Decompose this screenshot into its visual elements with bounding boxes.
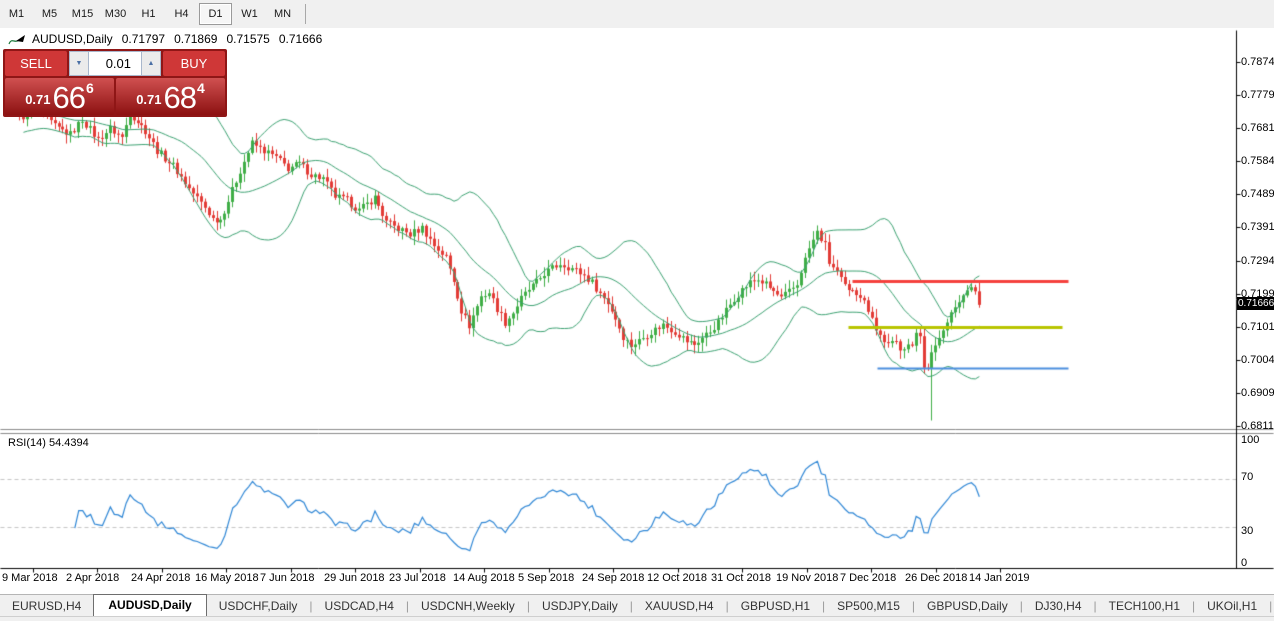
sell-button[interactable]: SELL <box>5 51 67 76</box>
chart-tab-audusd-daily[interactable]: AUDUSD,Daily <box>93 594 207 616</box>
price-axis-label: 0.78740 <box>1241 56 1274 68</box>
date-axis-label: 2 Apr 2018 <box>66 572 120 584</box>
buy-price-prefix: 0.71 <box>136 92 162 107</box>
sell-price-box[interactable]: 0.71 66 6 <box>5 78 114 115</box>
timeframe-toolbar: M1 M5 M15 M30 H1 H4 D1 W1 MN <box>0 0 1274 29</box>
chart-tab-usdcnh-weekly[interactable]: USDCNH,Weekly <box>409 596 527 616</box>
date-axis-label: 26 Dec 2018 <box>905 572 968 584</box>
price-axis-label: 0.70040 <box>1241 354 1274 366</box>
chart-tab-bar: EURUSD,H4 AUDUSD,Daily USDCHF,Daily | USDCAD… <box>0 594 1274 621</box>
rsi-axis-label: 30 <box>1241 525 1254 537</box>
date-axis-label: 12 Oct 2018 <box>647 572 707 584</box>
timeframe-button-mn[interactable]: MN <box>267 4 298 24</box>
ohlc-low: 0.71575 <box>226 32 270 46</box>
date-axis-label: 5 Sep 2018 <box>518 572 575 584</box>
buy-price-main: 68 <box>163 80 197 115</box>
chart-tab-eurusd-h4[interactable]: EURUSD,H4 <box>0 596 93 616</box>
ohlc-open: 0.71797 <box>121 32 166 46</box>
timeframe-button-m15[interactable]: M15 <box>67 4 98 24</box>
date-axis-label: 19 Nov 2018 <box>776 572 839 584</box>
sell-price-main: 66 <box>52 80 86 115</box>
chart-tab-usdcad-h4[interactable]: USDCAD,H4 <box>313 596 406 616</box>
date-axis-label: 7 Dec 2018 <box>840 572 897 584</box>
date-axis-label: 14 Aug 2018 <box>453 572 515 584</box>
buy-price-box[interactable]: 0.71 68 4 <box>116 78 225 115</box>
sell-price-pip: 6 <box>86 80 94 96</box>
price-axis-label: 0.72940 <box>1241 255 1274 267</box>
chart-tab-usdjpy-daily[interactable]: USDJPY,Daily <box>530 596 630 616</box>
price-axis-label: 0.69090 <box>1241 387 1274 399</box>
volume-stepper: ▼ 0.01 ▲ <box>69 51 161 76</box>
date-axis-label: 14 Jan 2019 <box>969 572 1030 584</box>
ohlc-close: 0.71666 <box>278 32 323 46</box>
timeframe-button-m1[interactable]: M1 <box>1 4 32 24</box>
sell-price-prefix: 0.71 <box>25 92 51 107</box>
timeframe-button-d1[interactable]: D1 <box>199 3 232 25</box>
buy-price-pip: 4 <box>197 80 205 96</box>
timeframe-button-w1[interactable]: W1 <box>234 4 265 24</box>
chart-tab-usdchf-daily[interactable]: USDCHF,Daily <box>207 596 310 616</box>
price-axis-label: 0.75840 <box>1241 155 1274 167</box>
buy-button[interactable]: BUY <box>163 51 225 76</box>
date-axis-label: 24 Sep 2018 <box>582 572 645 584</box>
price-axis-label: 0.68115 <box>1241 420 1274 432</box>
price-axis-label: 0.76815 <box>1241 122 1274 134</box>
volume-increase-icon[interactable]: ▲ <box>141 52 160 75</box>
chart-tab-tech100-h1[interactable]: TECH100,H1 <box>1097 596 1192 616</box>
volume-decrease-icon[interactable]: ▼ <box>70 52 89 75</box>
price-axis-label: 0.71015 <box>1241 321 1274 333</box>
trading-terminal-window: M1 M5 M15 M30 H1 H4 D1 W1 MN AUDUSD,Daily 0.7179… <box>0 0 1274 621</box>
chart-tab-ukoil-h1[interactable]: UKOil,H1 <box>1195 596 1269 616</box>
date-axis-label: 9 Mar 2018 <box>2 572 58 584</box>
timeframe-button-h4[interactable]: H4 <box>166 4 197 24</box>
chart-title: AUDUSD,Daily 0.71797 0.71869 0.71575 0.7… <box>8 31 322 47</box>
price-axis-label: 0.71990 <box>1241 288 1274 300</box>
chart-tab-xauusd-h4[interactable]: XAUUSD,H4 <box>633 596 726 616</box>
volume-value[interactable]: 0.01 <box>89 52 141 75</box>
price-axis-label: 0.77790 <box>1241 89 1274 101</box>
tab-bar-strip <box>0 616 1274 621</box>
date-axis-label: 16 May 2018 <box>195 572 259 584</box>
rsi-axis-label: 100 <box>1241 434 1260 446</box>
price-axis-label: 0.73915 <box>1241 221 1274 233</box>
one-click-trade-panel: SELL ▼ 0.01 ▲ BUY 0.71 66 6 0.71 68 4 <box>3 49 227 117</box>
toolbar-separator <box>305 4 306 24</box>
timeframe-button-h1[interactable]: H1 <box>133 4 164 24</box>
rsi-indicator-label: RSI(14) 54.4394 <box>8 437 89 449</box>
rsi-axis-label: 70 <box>1241 471 1254 483</box>
timeframe-button-m30[interactable]: M30 <box>100 4 131 24</box>
chart-tab-gbpusd-h1[interactable]: GBPUSD,H1 <box>729 596 822 616</box>
timeframe-button-m5[interactable]: M5 <box>34 4 65 24</box>
chart-tab-row: EURUSD,H4 AUDUSD,Daily USDCHF,Daily | USDCAD… <box>0 594 1274 616</box>
date-axis-label: 29 Jun 2018 <box>324 572 385 584</box>
chart-tab-dj30-h4[interactable]: DJ30,H4 <box>1023 596 1094 616</box>
ohlc-high: 0.71869 <box>174 32 218 46</box>
chart-tab-sp500-m15[interactable]: SP500,M15 <box>825 596 912 616</box>
chart-workspace: AUDUSD,Daily 0.71797 0.71869 0.71575 0.7… <box>0 28 1274 594</box>
date-axis-label: 23 Jul 2018 <box>389 572 446 584</box>
symbol-period-label: AUDUSD,Daily <box>32 32 113 46</box>
date-axis-label: 7 Jun 2018 <box>260 572 315 584</box>
symbol-chart-icon <box>8 34 25 44</box>
date-axis-label: 24 Apr 2018 <box>131 572 191 584</box>
price-axis-label: 0.74890 <box>1241 188 1274 200</box>
date-axis-label: 31 Oct 2018 <box>711 572 771 584</box>
rsi-axis-label: 0 <box>1241 557 1248 569</box>
chart-tab-gbpusd-daily[interactable]: GBPUSD,Daily <box>915 596 1020 616</box>
